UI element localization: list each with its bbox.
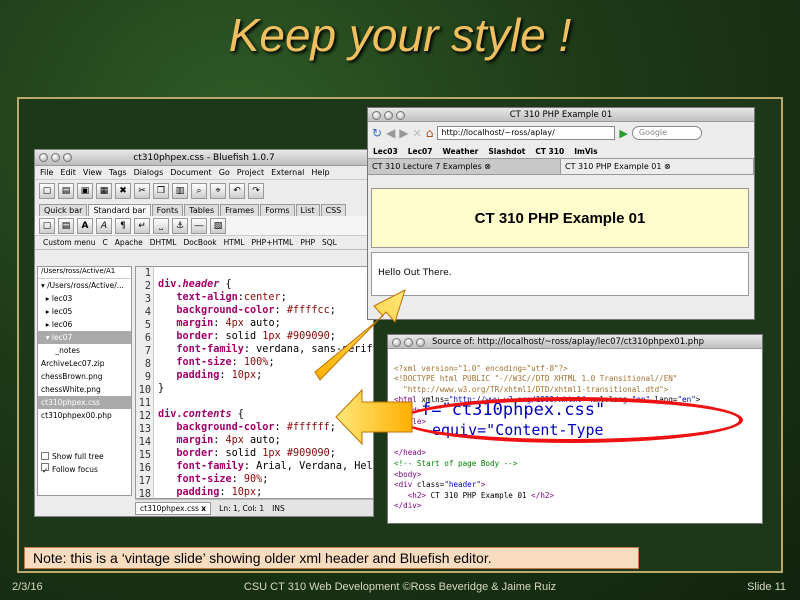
arrow-to-editor — [335, 388, 413, 446]
footer-slide-number: Slide 11 — [747, 581, 786, 593]
slide-note: Note: this is a ‘vintage slide’ showing … — [24, 547, 639, 569]
slide-footer: 2/3/16 CSU CT 310 Web Development ©Ross … — [0, 578, 800, 598]
footer-course: CSU CT 310 Web Development ©Ross Beverid… — [243, 581, 557, 593]
arrow-to-browser — [314, 289, 406, 381]
annotation-arrows — [314, 289, 413, 446]
